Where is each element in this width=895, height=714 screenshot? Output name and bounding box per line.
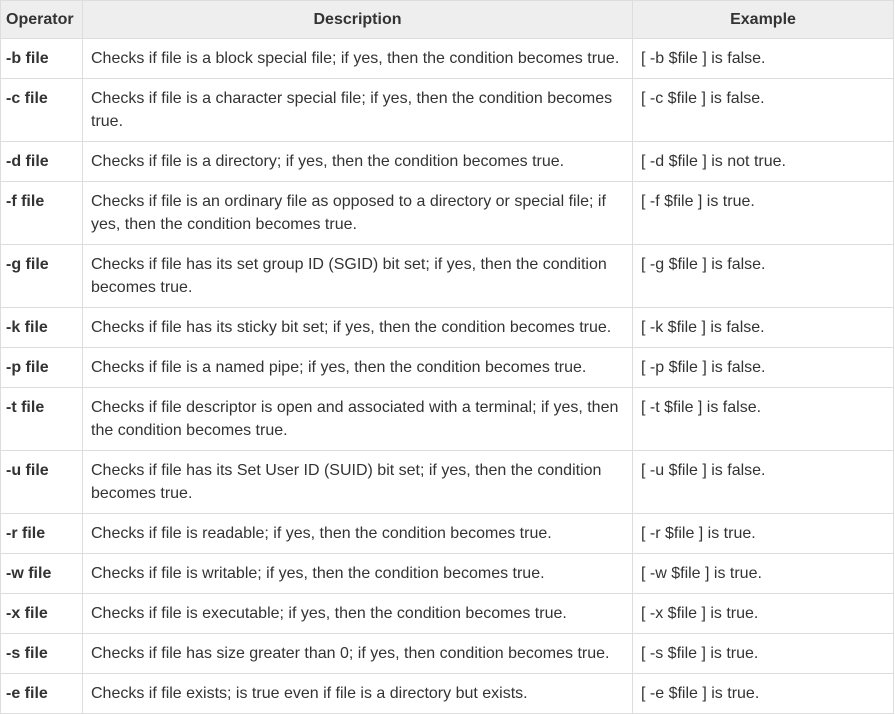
header-row: Operator Description Example: [0, 0, 894, 39]
table-row: -r file Checks if file is readable; if ye…: [0, 513, 894, 554]
table-row: -p file Checks if file is a named pipe; i…: [0, 347, 894, 388]
table-row: -u file Checks if file has its Set User I…: [0, 450, 894, 514]
column-header-example: Example: [632, 0, 894, 39]
example-cell: [ -g $file ] is false.: [632, 244, 894, 308]
description-cell: Checks if file is readable; if yes, then…: [82, 513, 633, 554]
example-cell: [ -b $file ] is false.: [632, 38, 894, 79]
table-row: -g file Checks if file has its set group …: [0, 244, 894, 308]
column-header-description: Description: [82, 0, 633, 39]
operator-cell: -b file: [0, 38, 83, 79]
example-cell: [ -s $file ] is true.: [632, 633, 894, 674]
example-cell: [ -p $file ] is false.: [632, 347, 894, 388]
table-body: -b file Checks if file is a block special…: [0, 38, 894, 714]
operator-cell: -c file: [0, 78, 83, 142]
example-cell: [ -d $file ] is not true.: [632, 141, 894, 182]
description-cell: Checks if file has its set group ID (SGI…: [82, 244, 633, 308]
example-cell: [ -c $file ] is false.: [632, 78, 894, 142]
file-test-operators-table: Operator Description Example -b file Chec…: [0, 0, 894, 714]
example-cell: [ -k $file ] is false.: [632, 307, 894, 348]
operator-cell: -e file: [0, 673, 83, 714]
operator-cell: -k file: [0, 307, 83, 348]
table-row: -c file Checks if file is a character spe…: [0, 78, 894, 142]
operator-cell: -s file: [0, 633, 83, 674]
operator-cell: -r file: [0, 513, 83, 554]
example-cell: [ -x $file ] is true.: [632, 593, 894, 634]
table-header: Operator Description Example: [0, 0, 894, 39]
example-cell: [ -r $file ] is true.: [632, 513, 894, 554]
example-cell: [ -f $file ] is true.: [632, 181, 894, 245]
example-cell: [ -t $file ] is false.: [632, 387, 894, 451]
description-cell: Checks if file has its sticky bit set; i…: [82, 307, 633, 348]
operator-cell: -p file: [0, 347, 83, 388]
description-cell: Checks if file is executable; if yes, th…: [82, 593, 633, 634]
description-cell: Checks if file descriptor is open and as…: [82, 387, 633, 451]
table-row: -x file Checks if file is executable; if …: [0, 593, 894, 634]
operator-cell: -g file: [0, 244, 83, 308]
description-cell: Checks if file is a character special fi…: [82, 78, 633, 142]
table-row: -k file Checks if file has its sticky bit…: [0, 307, 894, 348]
description-cell: Checks if file is a named pipe; if yes, …: [82, 347, 633, 388]
example-cell: [ -u $file ] is false.: [632, 450, 894, 514]
operator-cell: -d file: [0, 141, 83, 182]
description-cell: Checks if file is an ordinary file as op…: [82, 181, 633, 245]
example-cell: [ -w $file ] is true.: [632, 553, 894, 594]
description-cell: Checks if file has size greater than 0; …: [82, 633, 633, 674]
table-row: -b file Checks if file is a block special…: [0, 38, 894, 79]
table-row: -d file Checks if file is a directory; if…: [0, 141, 894, 182]
operator-cell: -f file: [0, 181, 83, 245]
column-header-operator: Operator: [0, 0, 83, 39]
table-row: -e file Checks if file exists; is true ev…: [0, 673, 894, 714]
description-cell: Checks if file is a directory; if yes, t…: [82, 141, 633, 182]
table-row: -f file Checks if file is an ordinary fil…: [0, 181, 894, 245]
operator-cell: -u file: [0, 450, 83, 514]
table-row: -w file Checks if file is writable; if ye…: [0, 553, 894, 594]
operator-cell: -t file: [0, 387, 83, 451]
table-row: -s file Checks if file has size greater t…: [0, 633, 894, 674]
example-cell: [ -e $file ] is true.: [632, 673, 894, 714]
operator-cell: -x file: [0, 593, 83, 634]
operator-cell: -w file: [0, 553, 83, 594]
description-cell: Checks if file is writable; if yes, then…: [82, 553, 633, 594]
description-cell: Checks if file has its Set User ID (SUID…: [82, 450, 633, 514]
description-cell: Checks if file is a block special file; …: [82, 38, 633, 79]
table-row: -t file Checks if file descriptor is open…: [0, 387, 894, 451]
description-cell: Checks if file exists; is true even if f…: [82, 673, 633, 714]
